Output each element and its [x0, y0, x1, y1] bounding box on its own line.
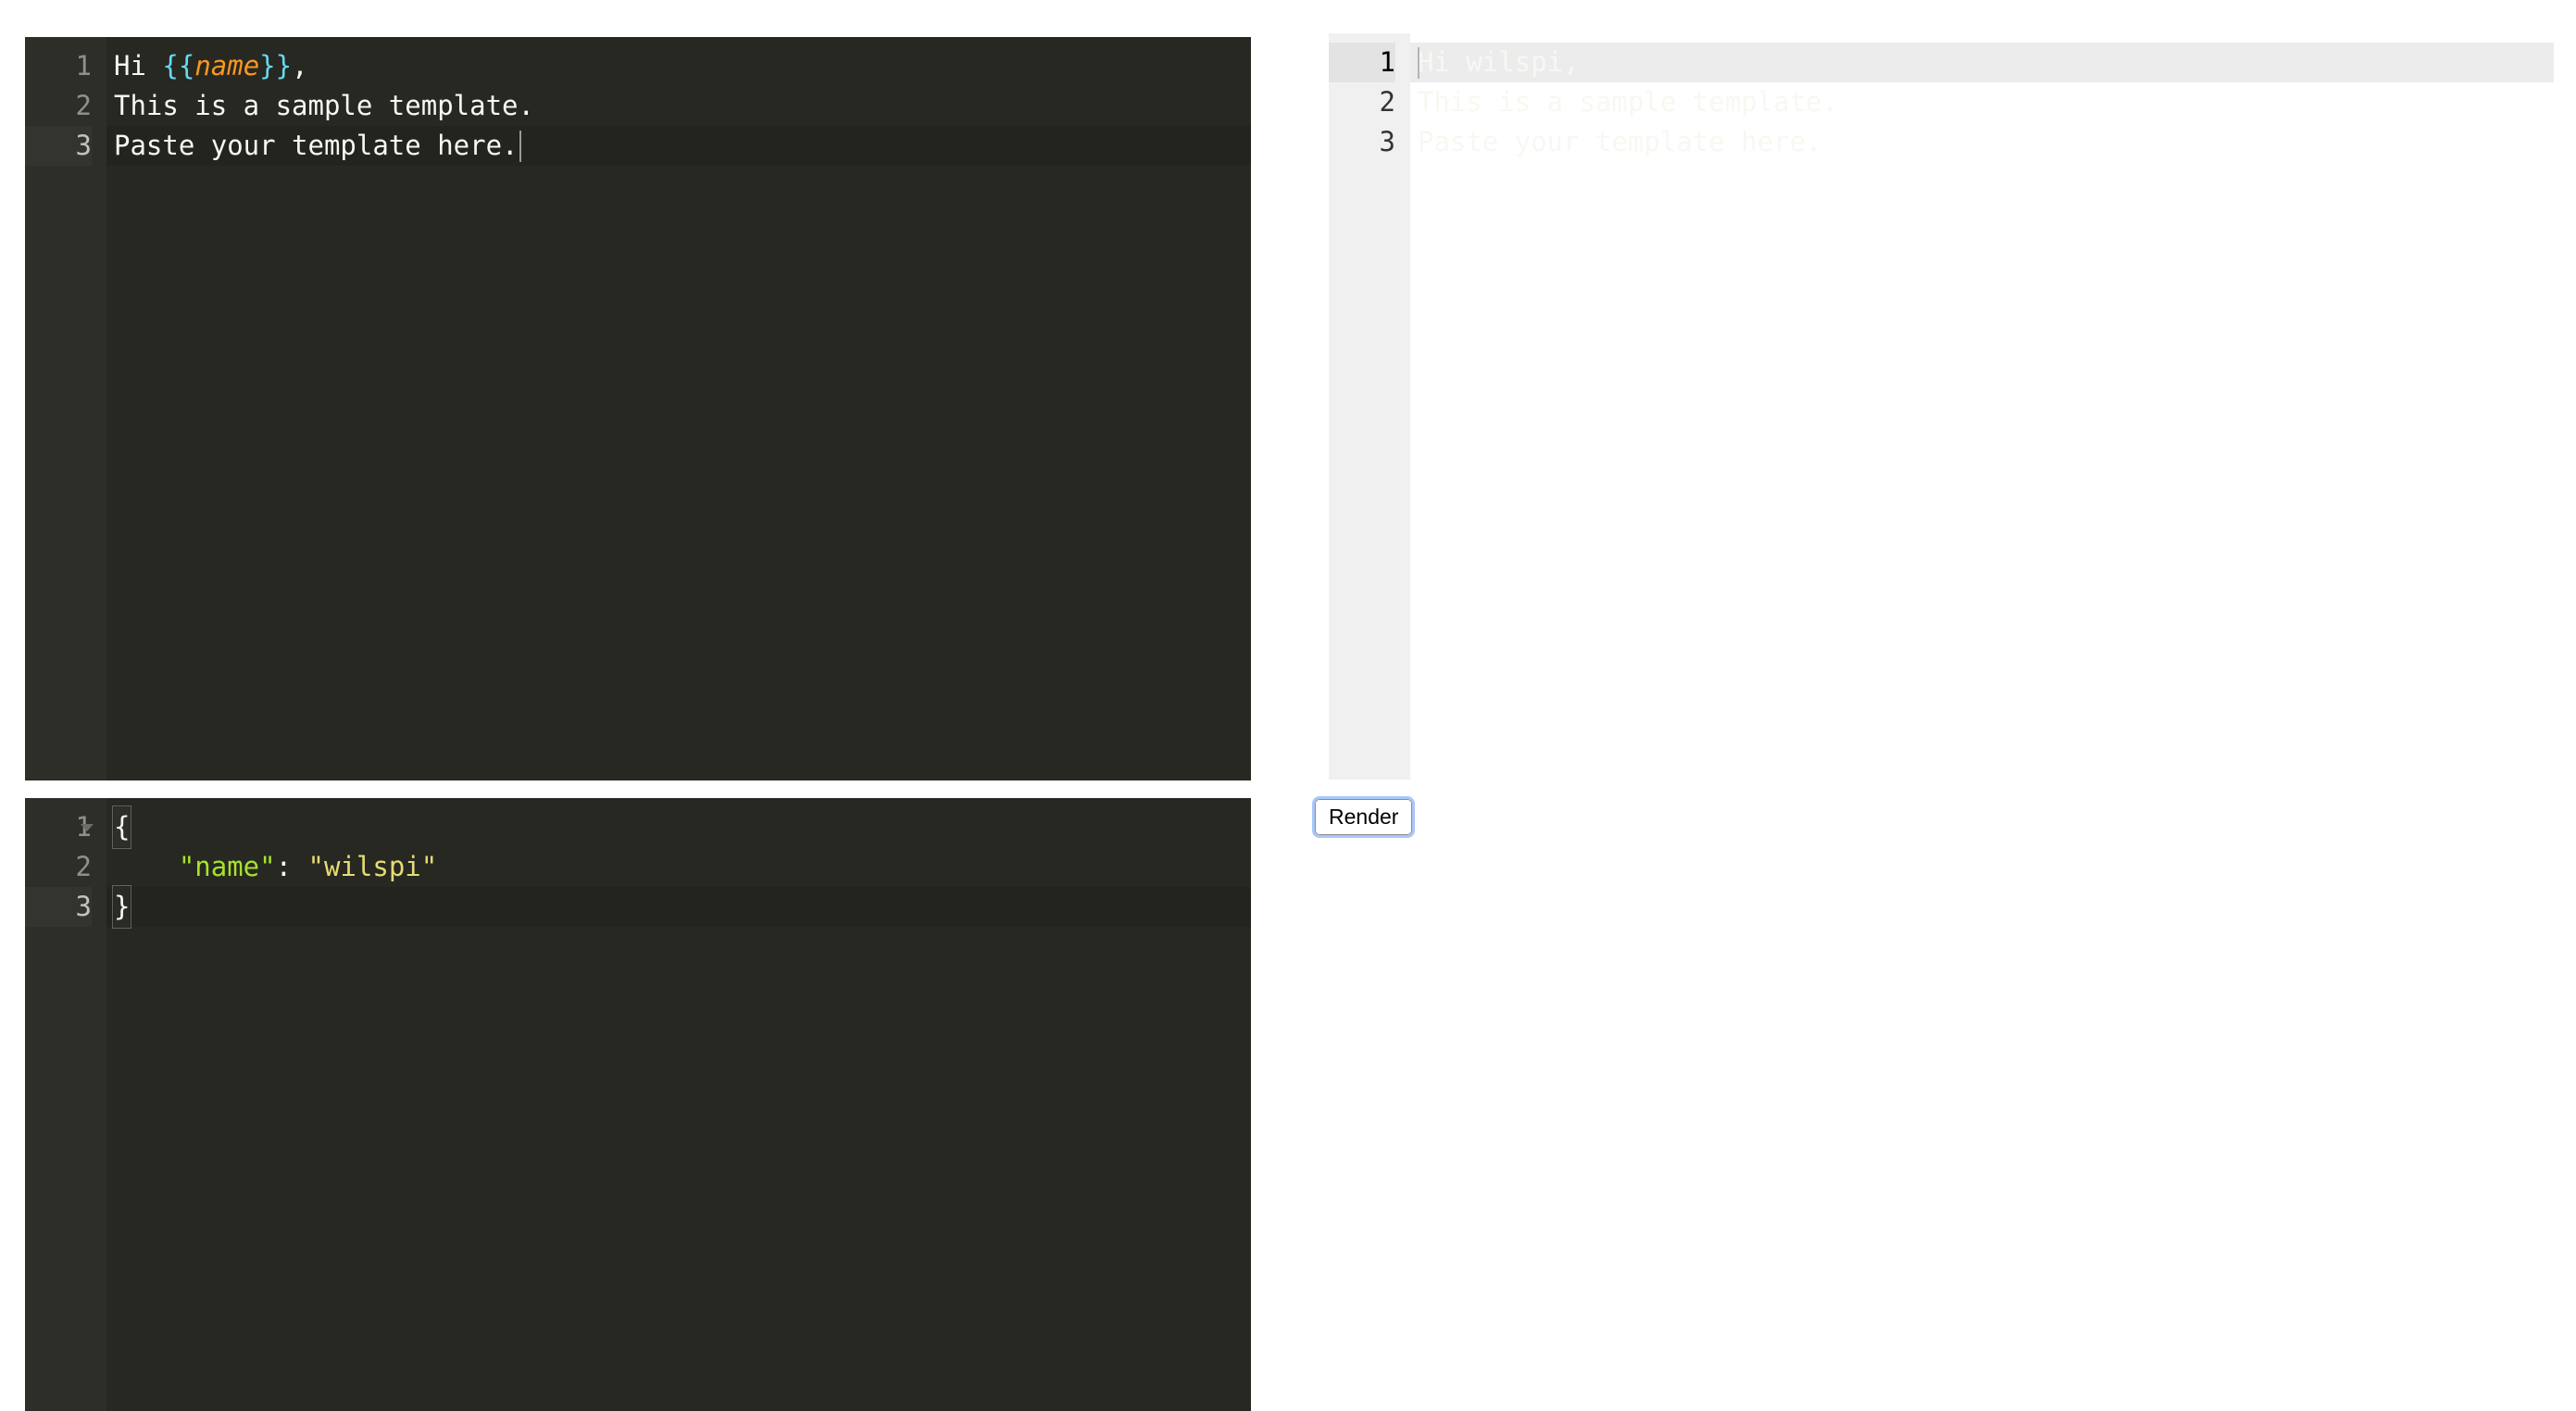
gutter-line-2: 2: [1329, 82, 1395, 122]
template-input-editor[interactable]: 1 2 3 Hi {{name}}, This is a sample templat…: [25, 37, 1251, 780]
gutter-line-1: 1: [25, 46, 92, 86]
text-cursor: [1418, 46, 1419, 79]
gutter-line-1: 1: [25, 807, 94, 847]
line-number: 2: [75, 851, 92, 882]
template-editor-gutter: 1 2 3: [25, 37, 106, 780]
line-number: 2: [75, 90, 92, 121]
token-brace: {{: [162, 50, 195, 81]
line-number: 1: [1379, 46, 1395, 78]
json-editor-gutter: 1 2 3: [25, 798, 106, 1411]
token-plain: This is a sample template.: [1418, 86, 1838, 118]
line-number: 3: [75, 130, 92, 161]
token-brace: }}: [259, 50, 293, 81]
token-bracket: }: [111, 885, 132, 929]
token-var: name: [194, 50, 260, 81]
gutter-line-1: 1: [1329, 43, 1395, 82]
template-data-json-editor[interactable]: 1 2 3 { "name": "wilspi"}: [25, 798, 1251, 1411]
text-cursor: [519, 130, 521, 162]
gutter-line-3: 3: [25, 126, 92, 166]
token-plain: Hi wilspi,: [1418, 46, 1580, 78]
line-number: 3: [1379, 126, 1395, 157]
code-line[interactable]: Hi {{name}},: [106, 46, 1251, 86]
token-punct: :: [275, 851, 308, 882]
gutter-line-2: 2: [25, 86, 92, 126]
output-editor-code[interactable]: Hi wilspi, This is a sample template. Past…: [1410, 33, 2554, 780]
token-string: "wilspi": [307, 851, 438, 882]
token-bracket: {: [111, 805, 132, 849]
line-number: 1: [75, 50, 92, 81]
code-line[interactable]: This is a sample template.: [1410, 82, 2554, 122]
gutter-line-2: 2: [25, 847, 92, 887]
template-editor-code[interactable]: Hi {{name}}, This is a sample template. Pa…: [106, 37, 1251, 780]
code-line[interactable]: Paste your template here.: [106, 126, 1251, 166]
line-number: 3: [75, 891, 92, 922]
gutter-line-3: 3: [25, 887, 92, 927]
app-root: 1 2 3 Hi {{name}}, This is a sample templat…: [0, 0, 2576, 1411]
code-line[interactable]: Paste your template here.: [1410, 122, 2554, 162]
token-plain: This is a sample template.: [114, 90, 534, 121]
token-plain: Hi: [114, 50, 163, 81]
json-editor-code[interactable]: { "name": "wilspi"}: [106, 798, 1251, 1411]
rendered-output-editor[interactable]: 1 2 3 Hi wilspi, This is a sample template.…: [1329, 33, 2554, 780]
gutter-line-3: 3: [1329, 122, 1395, 162]
output-editor-gutter: 1 2 3: [1329, 33, 1410, 780]
token-plain: Paste your template here.: [1418, 126, 1822, 157]
code-line[interactable]: Hi wilspi,: [1410, 43, 2554, 82]
code-line[interactable]: {: [106, 805, 1251, 849]
code-line[interactable]: }: [106, 885, 1251, 929]
chevron-down-icon[interactable]: [81, 823, 94, 831]
token-plain: Paste your template here.: [114, 130, 519, 161]
render-button[interactable]: Render: [1311, 795, 1416, 839]
token-key: "name": [178, 851, 276, 882]
code-line[interactable]: "name": "wilspi": [106, 847, 1251, 887]
code-line[interactable]: This is a sample template.: [106, 86, 1251, 126]
line-number: 2: [1379, 86, 1395, 118]
token-plain: ,: [292, 50, 308, 81]
